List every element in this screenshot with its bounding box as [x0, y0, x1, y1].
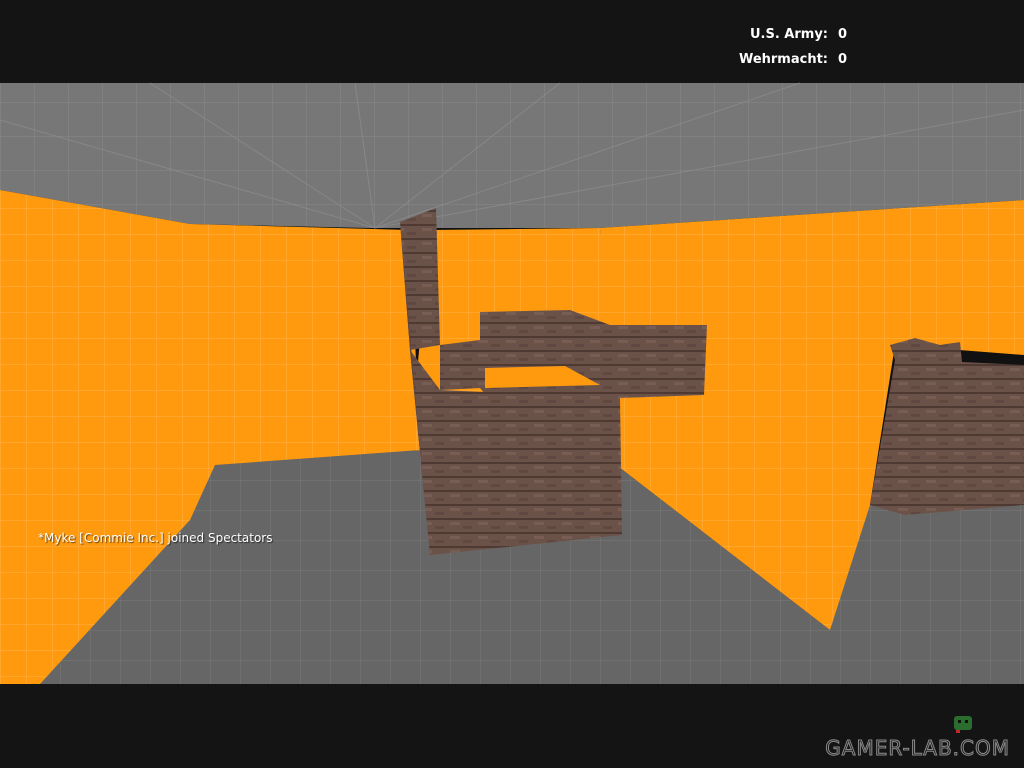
team-name: Wehrmacht: — [738, 52, 828, 67]
watermark-text: GAMER-LAB.COM — [825, 736, 1010, 761]
brick-wall-right — [870, 338, 1024, 515]
team-score: 0 — [838, 27, 848, 42]
watermark-logo-icon — [954, 716, 972, 733]
score-row-us-army: U.S. Army: 0 — [739, 22, 854, 47]
ceiling — [0, 83, 1024, 228]
score-row-wehrmacht: Wehrmacht: 0 — [739, 47, 854, 72]
team-score: 0 — [838, 52, 848, 67]
chat-message: *Myke [Commie Inc.] joined Spectators — [38, 531, 273, 545]
top-letterbox — [0, 0, 1024, 83]
team-name: U.S. Army: — [749, 27, 828, 42]
game-scene — [0, 0, 1024, 768]
watermark: GAMER-LAB.COM — [825, 716, 1010, 761]
team-scoreboard: U.S. Army: 0 Wehrmacht: 0 — [739, 22, 854, 72]
game-viewport[interactable]: U.S. Army: 0 Wehrmacht: 0 *Myke [Commie … — [0, 0, 1024, 768]
